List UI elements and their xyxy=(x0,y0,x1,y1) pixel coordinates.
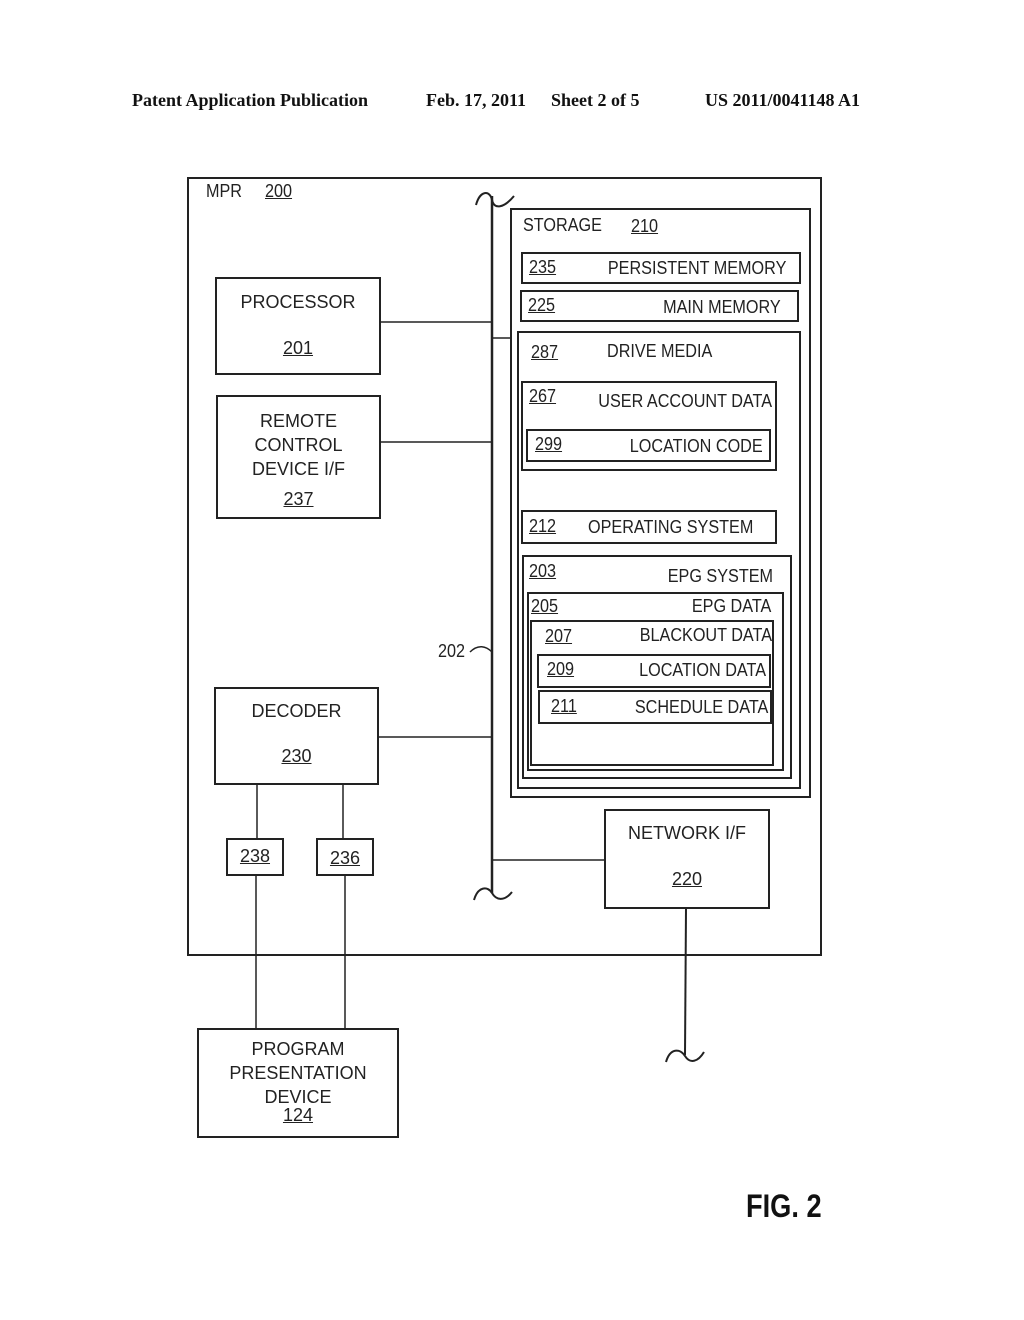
network-label: NETWORK I/F xyxy=(628,823,746,843)
epg-data-label: EPG DATA xyxy=(691,596,771,616)
persistent-memory-ref: 235 xyxy=(529,257,557,277)
epg-system-ref: 203 xyxy=(529,561,557,581)
operating-system-ref: 212 xyxy=(529,516,557,536)
port-236-ref: 236 xyxy=(329,848,361,868)
remote-ref: 237 xyxy=(283,489,314,509)
drive-media-label: DRIVE MEDIA xyxy=(607,341,713,361)
location-data-label: LOCATION DATA xyxy=(639,660,766,680)
epg-system-label: EPG SYSTEM xyxy=(667,566,773,586)
storage-label: STORAGE xyxy=(523,215,602,235)
location-data-ref: 209 xyxy=(547,659,575,679)
epg-data-ref: 205 xyxy=(531,596,559,616)
presentation-label-2: PRESENTATION xyxy=(229,1063,367,1083)
bus-ref: 202 xyxy=(438,641,466,661)
blackout-data-label: BLACKOUT DATA xyxy=(639,625,772,645)
main-memory-ref: 225 xyxy=(528,295,556,315)
mpr-ref: 200 xyxy=(265,181,293,201)
schedule-data-ref: 211 xyxy=(551,696,577,716)
figure-label: FIG. 2 xyxy=(746,1188,822,1224)
remote-label-1: REMOTE xyxy=(259,411,337,431)
mpr-label: MPR xyxy=(206,181,242,201)
location-code-label: LOCATION CODE xyxy=(630,436,763,456)
schedule-data-label: SCHEDULE DATA xyxy=(634,697,768,717)
network-ref: 220 xyxy=(671,869,703,889)
persistent-memory-label: PERSISTENT MEMORY xyxy=(607,258,786,278)
operating-system-label: OPERATING SYSTEM xyxy=(588,517,754,537)
drive-media-ref: 287 xyxy=(531,342,559,362)
decoder-ref: 230 xyxy=(281,746,312,766)
processor-ref: 201 xyxy=(282,338,314,358)
processor-label: PROCESSOR xyxy=(240,292,356,312)
user-account-data-ref: 267 xyxy=(529,386,557,406)
location-code-ref: 299 xyxy=(535,434,563,454)
presentation-label-1: PROGRAM xyxy=(251,1039,345,1059)
port-238-ref: 238 xyxy=(239,846,271,866)
blackout-data-ref: 207 xyxy=(545,626,573,646)
remote-label-2: CONTROL xyxy=(254,435,343,455)
storage-ref: 210 xyxy=(631,216,659,236)
remote-label-3: DEVICE I/F xyxy=(251,459,345,479)
presentation-ref: 124 xyxy=(282,1105,314,1125)
decoder-label: DECODER xyxy=(251,701,342,721)
user-account-data-label: USER ACCOUNT DATA xyxy=(598,391,772,411)
main-memory-label: MAIN MEMORY xyxy=(663,297,781,317)
